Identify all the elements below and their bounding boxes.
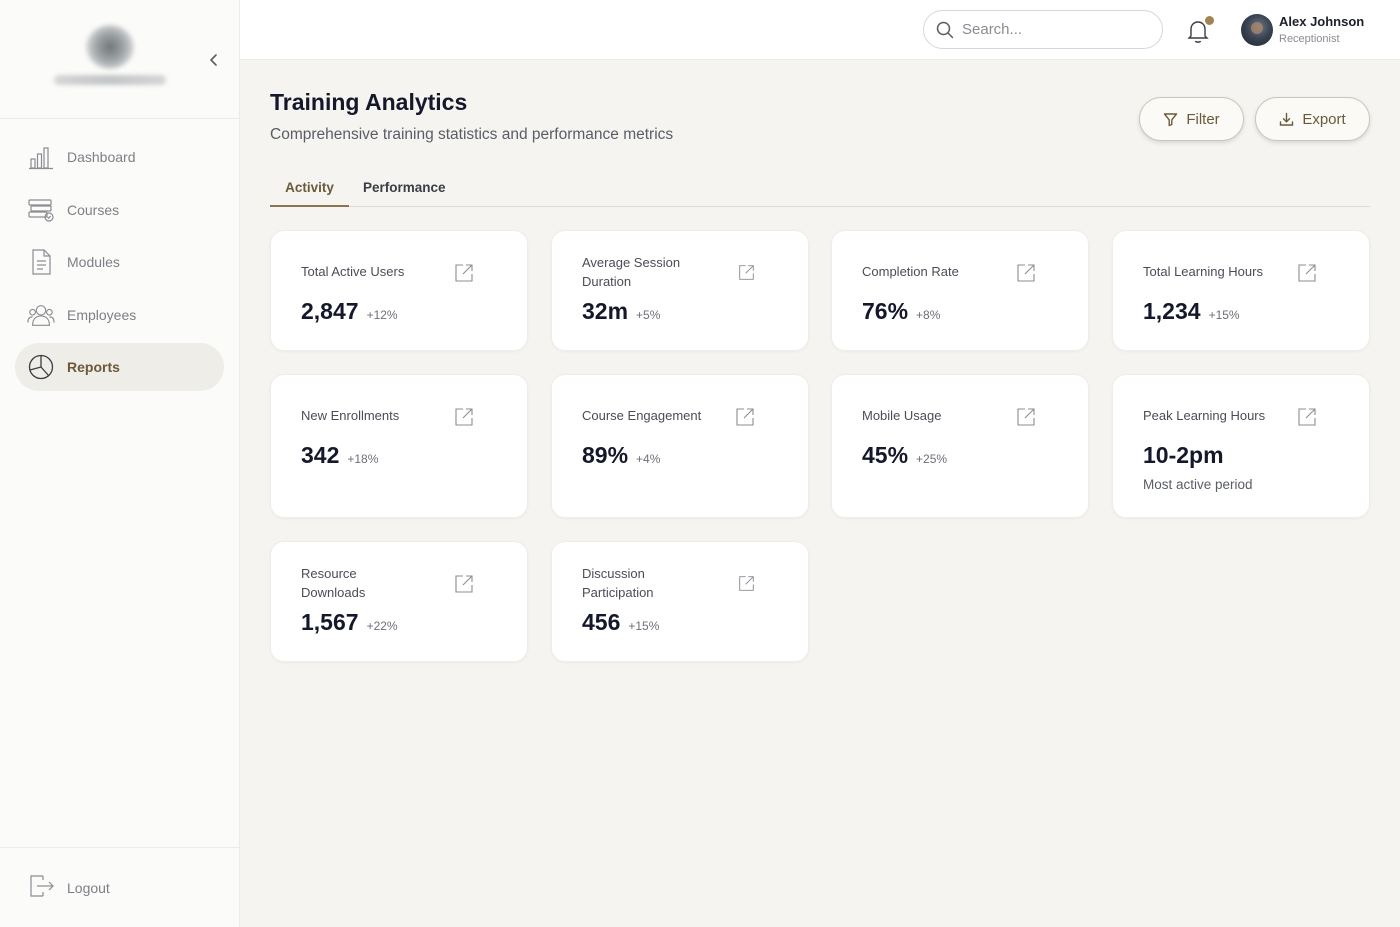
search-input[interactable] <box>962 21 1152 38</box>
chevron-left-icon <box>210 54 217 66</box>
top-header: Alex Johnson Receptionist <box>240 0 1400 60</box>
card-value: 1,567 +22% <box>301 609 398 635</box>
filter-label: Filter <box>1186 110 1220 128</box>
sidebar-nav: Dashboard Courses Modules Employees Repo… <box>15 133 224 396</box>
sidebar: Dashboard Courses Modules Employees Repo… <box>0 0 240 927</box>
tab-activity[interactable]: Activity <box>270 174 349 207</box>
logout-icon <box>27 872 55 905</box>
card-value: 89% +4% <box>582 442 661 468</box>
external-link-icon[interactable] <box>1016 407 1036 427</box>
sidebar-item-label: Employees <box>67 306 137 323</box>
card-change: +18% <box>347 452 379 466</box>
external-link-icon[interactable] <box>735 407 755 427</box>
external-link-icon[interactable] <box>738 575 755 592</box>
stat-card-total-learning-hours: Total Learning Hours 1,234 +15% <box>1112 230 1370 351</box>
card-value: 2,847 +12% <box>301 298 398 324</box>
stat-card-discussion-participation: Discussion Participation 456 +15% <box>551 541 809 662</box>
search-box[interactable] <box>923 10 1163 49</box>
external-link-icon[interactable] <box>454 574 474 594</box>
filter-button[interactable]: Filter <box>1139 97 1244 141</box>
card-value: 1,234 +15% <box>1143 298 1240 324</box>
card-label: New Enrollments <box>301 408 400 423</box>
collapse-sidebar-button[interactable] <box>204 50 224 70</box>
card-change: +4% <box>636 452 661 466</box>
card-change: +8% <box>916 308 941 322</box>
card-value: 45% +25% <box>862 442 948 468</box>
card-label: Completion Rate <box>862 264 959 279</box>
card-value: 32m +5% <box>582 298 661 324</box>
card-label: Discussion Participation <box>582 566 654 600</box>
stat-card-completion-rate: Completion Rate 76% +8% <box>831 230 1089 351</box>
user-role: Receptionist <box>1279 33 1340 45</box>
stat-card-new-enrollments: New Enrollments 342 +18% <box>270 374 528 518</box>
card-value: 456 +15% <box>582 609 660 635</box>
stat-card-average-session-duration: Average Session Duration 32m +5% <box>551 230 809 351</box>
sidebar-item-courses[interactable]: Courses <box>15 186 224 234</box>
external-link-icon[interactable] <box>738 264 755 281</box>
card-change: +15% <box>628 619 660 633</box>
sidebar-item-label: Courses <box>67 201 120 218</box>
sidebar-footer: Logout <box>0 847 239 927</box>
download-icon <box>1280 112 1294 126</box>
card-value: 76% +8% <box>862 298 941 324</box>
logout-label: Logout <box>67 880 110 896</box>
tab-bar: Activity Performance <box>270 174 1370 207</box>
books-icon <box>27 196 55 224</box>
stat-card-peak-learning-hours: Peak Learning Hours 10-2pm Most active p… <box>1112 374 1370 518</box>
user-name: Alex Johnson <box>1279 14 1365 29</box>
stat-card-total-active-users: Total Active Users 2,847 +12% <box>270 230 528 351</box>
card-change: +15% <box>1208 308 1240 322</box>
user-profile[interactable]: Alex Johnson Receptionist <box>1241 12 1364 48</box>
external-link-icon[interactable] <box>1016 263 1036 283</box>
document-icon <box>27 248 55 276</box>
stat-card-mobile-usage: Mobile Usage 45% +25% <box>831 374 1089 518</box>
card-label: Total Active Users <box>301 264 405 279</box>
sidebar-item-label: Modules <box>67 254 120 270</box>
export-label: Export <box>1302 110 1346 128</box>
card-subtext: Most active period <box>1143 477 1253 492</box>
bar-chart-icon <box>27 143 55 171</box>
page-title: Training Analytics <box>270 89 468 115</box>
sidebar-item-modules[interactable]: Modules <box>15 238 224 286</box>
external-link-icon[interactable] <box>454 407 474 427</box>
stat-card-course-engagement: Course Engagement 89% +4% <box>551 374 809 518</box>
logo-area <box>0 0 239 119</box>
company-logo-text <box>54 75 166 85</box>
sidebar-item-dashboard[interactable]: Dashboard <box>15 133 224 181</box>
card-label: Average Session Duration <box>582 255 681 289</box>
page-subtitle: Comprehensive training statistics and pe… <box>270 126 674 143</box>
card-value: 10-2pm <box>1143 442 1224 468</box>
external-link-icon[interactable] <box>1297 263 1317 283</box>
external-link-icon[interactable] <box>454 263 474 283</box>
card-label: Resource Downloads <box>301 566 366 600</box>
sidebar-item-reports[interactable]: Reports <box>15 343 224 391</box>
notifications-button[interactable] <box>1186 16 1214 44</box>
filter-icon <box>1164 112 1178 126</box>
tab-performance[interactable]: Performance <box>363 174 446 207</box>
sidebar-item-label: Reports <box>67 359 120 375</box>
notification-dot <box>1205 16 1214 25</box>
logout-button[interactable]: Logout <box>27 874 110 902</box>
card-change: +25% <box>916 452 948 466</box>
card-change: +12% <box>366 308 398 322</box>
card-label: Peak Learning Hours <box>1143 408 1266 423</box>
card-label: Course Engagement <box>582 408 702 423</box>
external-link-icon[interactable] <box>1297 407 1317 427</box>
stat-card-resource-downloads: Resource Downloads 1,567 +22% <box>270 541 528 662</box>
card-change: +22% <box>366 619 398 633</box>
users-icon <box>27 301 55 329</box>
card-value: 342 +18% <box>301 442 379 468</box>
search-icon <box>936 21 954 38</box>
export-button[interactable]: Export <box>1255 97 1370 141</box>
card-label: Total Learning Hours <box>1143 264 1263 279</box>
card-change: +5% <box>636 308 661 322</box>
card-label: Mobile Usage <box>862 408 942 423</box>
company-logo <box>86 25 134 69</box>
sidebar-item-label: Dashboard <box>67 149 136 165</box>
pie-chart-icon <box>27 353 55 381</box>
avatar <box>1241 14 1273 46</box>
sidebar-item-employees[interactable]: Employees <box>15 291 224 339</box>
